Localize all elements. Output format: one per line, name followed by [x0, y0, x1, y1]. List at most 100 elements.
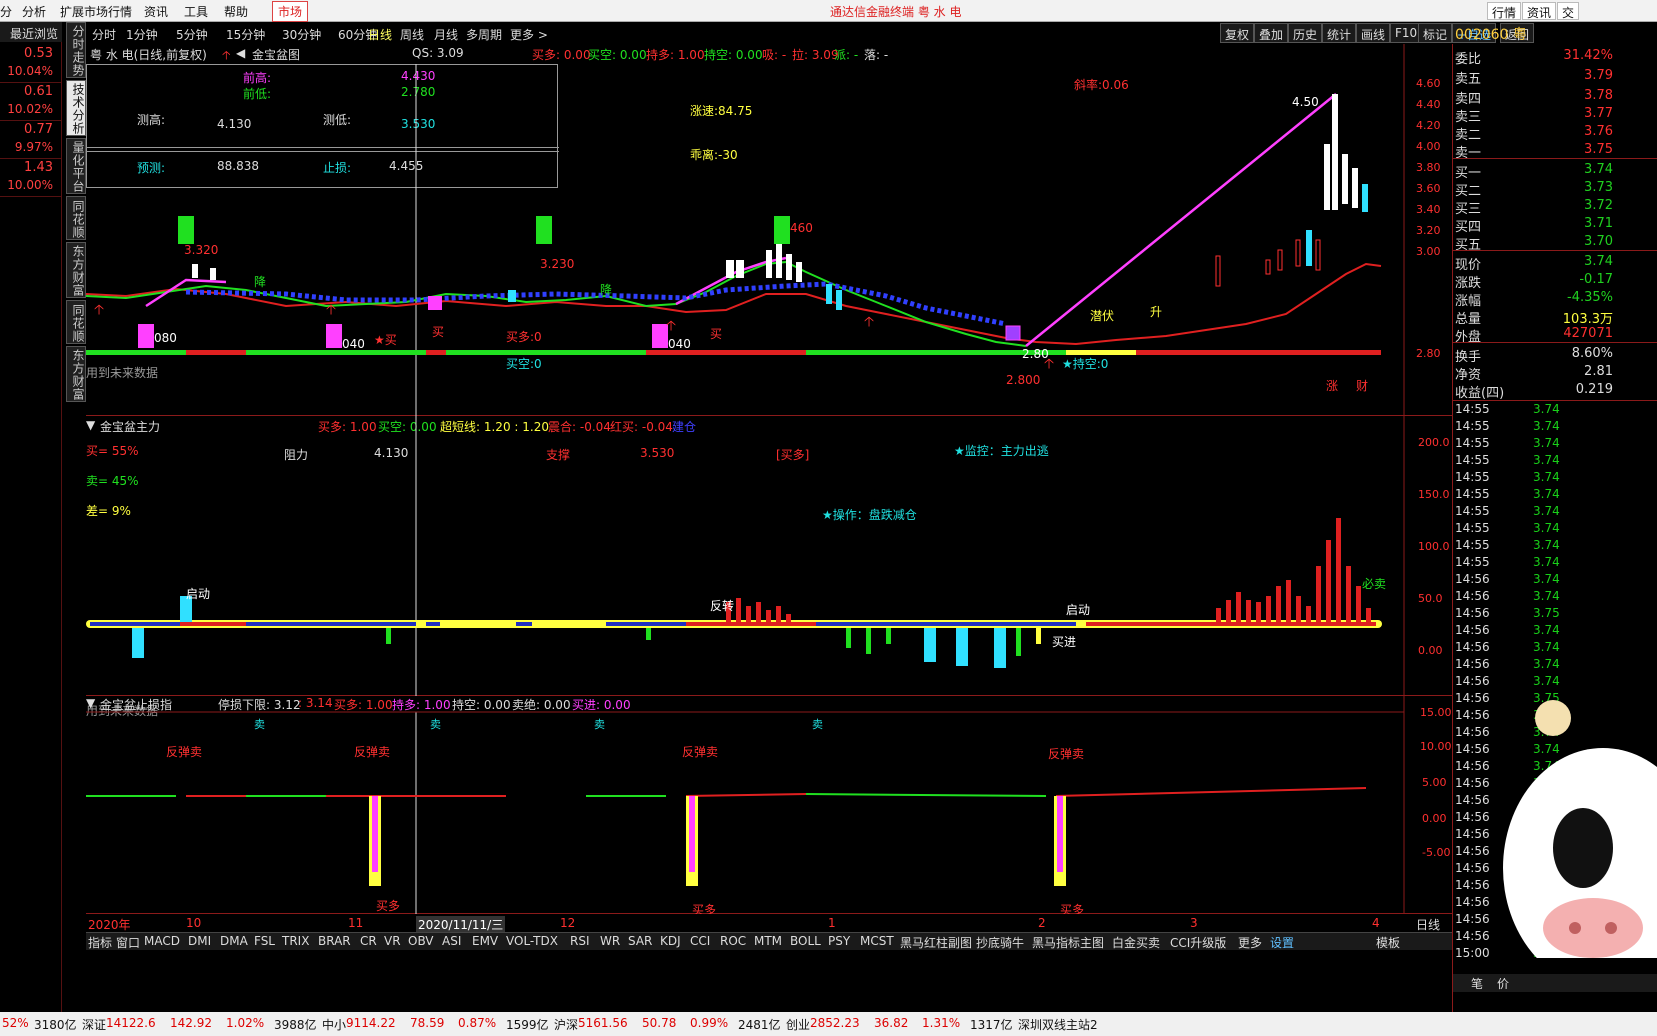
quote-row: 卖二 3.76	[1455, 124, 1613, 143]
tab-fsl[interactable]: FSL	[254, 934, 275, 948]
tab-ticks[interactable]: 笔	[1471, 975, 1483, 992]
tab-indicator[interactable]: 指标	[88, 934, 112, 951]
tab-roc[interactable]: ROC	[720, 934, 746, 948]
cow-mascot-icon	[1503, 700, 1657, 958]
tab-ths[interactable]: 同花顺	[66, 196, 86, 240]
x-label: 3	[1190, 916, 1198, 930]
bar	[1276, 586, 1281, 622]
period-timeshare[interactable]: 分时	[92, 26, 116, 43]
y-tick: 5.00	[1422, 776, 1447, 789]
recent-value[interactable]: 0.53	[24, 46, 53, 61]
quote-row: 卖四 3.78	[1455, 88, 1613, 107]
menu-analysis[interactable]: 分析	[22, 3, 46, 20]
bar	[776, 606, 781, 622]
tab-black-horse-main[interactable]: 黑马指标主图	[1032, 934, 1104, 951]
tab-more[interactable]: 更多	[1238, 934, 1262, 951]
status-item: 中小	[322, 1018, 347, 1032]
menu-ext-market[interactable]: 扩展市场行情	[60, 3, 132, 20]
overlay-button[interactable]: 叠加	[1254, 23, 1289, 43]
recent-value[interactable]: 0.77	[24, 122, 53, 137]
tab-platinum[interactable]: 白金买卖	[1112, 934, 1160, 951]
tab-trix[interactable]: TRIX	[282, 934, 309, 948]
tick-row: 14:56 3.74	[1453, 623, 1573, 639]
recent-browse-header[interactable]: 最近浏览	[0, 22, 62, 42]
recent-value[interactable]: 1.43	[24, 160, 53, 175]
menu-help[interactable]: 帮助	[224, 3, 248, 20]
quotes-button[interactable]: 行情	[1487, 2, 1522, 20]
tab-cci[interactable]: CCI	[690, 934, 710, 948]
news-button[interactable]: 资讯	[1522, 2, 1557, 20]
candle	[192, 264, 198, 278]
tab-bottom-bull[interactable]: 抄底骑牛	[976, 934, 1024, 951]
period-more[interactable]: 更多 >	[510, 26, 548, 43]
quote-row: 买四 3.71	[1455, 216, 1613, 235]
tab-obv[interactable]: OBV	[408, 934, 434, 948]
tab-price[interactable]: 价	[1497, 975, 1509, 992]
tab-settings[interactable]: 设置	[1270, 934, 1294, 951]
tab-sar[interactable]: SAR	[628, 934, 652, 948]
period-5m[interactable]: 5分钟	[176, 26, 208, 43]
tab-template[interactable]: 模板	[1376, 934, 1400, 951]
tab-cr[interactable]: CR	[360, 934, 377, 948]
tab-rsi[interactable]: RSI	[570, 934, 590, 948]
tab-emv[interactable]: EMV	[472, 934, 498, 948]
tick-price: 3.74	[1533, 640, 1560, 654]
period-multi[interactable]: 多周期	[466, 26, 502, 43]
period-monthly[interactable]: 月线	[434, 26, 458, 43]
restore-rights-button[interactable]: 复权	[1220, 23, 1255, 43]
period-30m[interactable]: 30分钟	[282, 26, 321, 43]
start-label: 启动	[186, 587, 210, 601]
zero-ribbon	[606, 622, 686, 626]
period-label[interactable]: 日线	[1416, 916, 1440, 933]
tab-window[interactable]: 窗口	[116, 934, 140, 951]
bar	[766, 610, 771, 622]
stats-button[interactable]: 统计	[1322, 23, 1357, 43]
menu-tools[interactable]: 工具	[184, 3, 208, 20]
draw-button[interactable]: 画线	[1356, 23, 1391, 43]
x-label: 12	[560, 916, 576, 930]
menu-fen[interactable]: 分	[0, 3, 12, 20]
tab-boll[interactable]: BOLL	[790, 934, 821, 948]
tab-wr[interactable]: WR	[600, 934, 620, 948]
tab-cci-upgrade[interactable]: CCI升级版	[1170, 934, 1226, 951]
tick-time: 14:55	[1455, 453, 1490, 467]
period-daily[interactable]: 日线	[368, 26, 392, 43]
tab-asi[interactable]: ASI	[442, 934, 461, 948]
tab-eastmoney[interactable]: 东方财富	[66, 242, 86, 298]
tab-kdj[interactable]: KDJ	[660, 934, 681, 948]
recent-value[interactable]: 0.61	[24, 84, 53, 99]
tab-mtm[interactable]: MTM	[754, 934, 782, 948]
tab-ths-2[interactable]: 同花顺	[66, 300, 86, 344]
market-button[interactable]: 市场	[272, 1, 309, 22]
y-tick: 3.20	[1416, 224, 1441, 237]
tab-mcst[interactable]: MCST	[860, 934, 894, 948]
trade-button[interactable]: 交	[1557, 2, 1580, 20]
candle	[1332, 94, 1338, 210]
tick-row: 14:55 3.74	[1453, 419, 1573, 435]
history-button[interactable]: 历史	[1288, 23, 1323, 43]
tab-quant[interactable]: 量化平台	[66, 138, 86, 194]
tab-timeshare[interactable]: 分时走势	[66, 22, 86, 78]
zhang-label: 涨	[1326, 378, 1338, 393]
bar	[736, 598, 741, 622]
tab-macd[interactable]: MACD	[144, 934, 180, 948]
tab-vol-tdx[interactable]: VOL-TDX	[506, 934, 558, 948]
sell-label: 卖	[430, 718, 441, 731]
tab-black-horse-red[interactable]: 黑马红柱副图	[900, 934, 972, 951]
period-15m[interactable]: 15分钟	[226, 26, 265, 43]
tab-tech-analysis[interactable]: 技术分析	[66, 80, 86, 136]
quote-row: 净资 2.81	[1455, 364, 1613, 383]
y-tick: 0.00	[1422, 812, 1447, 825]
menu-news[interactable]: 资讯	[144, 3, 168, 20]
tab-psy[interactable]: PSY	[828, 934, 850, 948]
mark-button[interactable]: 标记	[1418, 23, 1453, 43]
period-weekly[interactable]: 周线	[400, 26, 424, 43]
stop-bar	[689, 796, 695, 872]
tab-dma[interactable]: DMA	[220, 934, 248, 948]
tab-dmi[interactable]: DMI	[188, 934, 211, 948]
tab-eastmoney-2[interactable]: 东方财富	[66, 346, 86, 402]
period-1m[interactable]: 1分钟	[126, 26, 158, 43]
tab-brar[interactable]: BRAR	[318, 934, 351, 948]
tab-vr[interactable]: VR	[384, 934, 401, 948]
tick-price: 3.75	[1533, 606, 1560, 620]
